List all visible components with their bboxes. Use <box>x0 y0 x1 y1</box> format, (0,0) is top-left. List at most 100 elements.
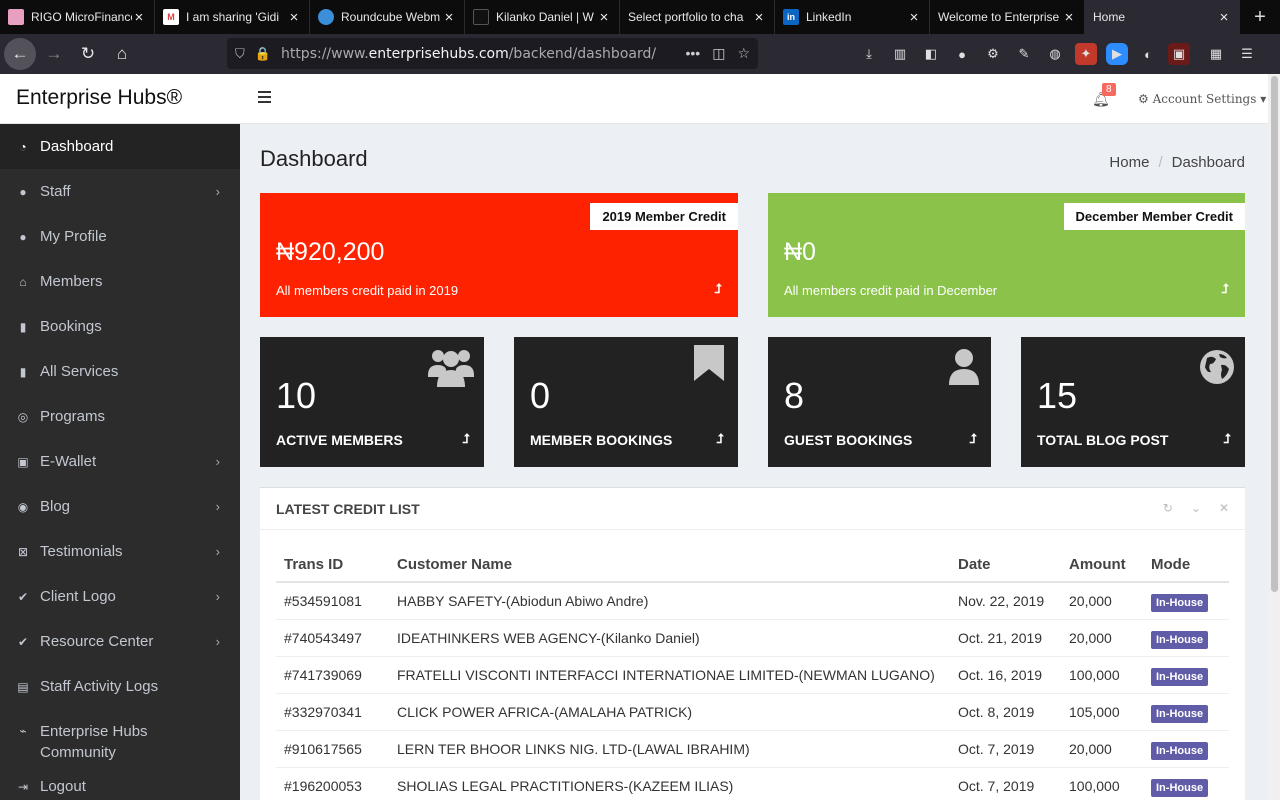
close-icon[interactable]: × <box>597 9 611 26</box>
table-row[interactable]: #741739069 FRATELLI VISCONTI INTERFACCI … <box>276 656 1229 694</box>
zoom-icon[interactable]: ▶ <box>1106 43 1128 65</box>
arrow-up-icon[interactable]: ⮥ <box>714 281 722 297</box>
browser-tab[interactable]: in LinkedIn × <box>775 0 930 34</box>
browser-tab[interactable]: Select portfolio to cha × <box>620 0 775 34</box>
new-tab-icon[interactable]: + <box>1240 0 1280 34</box>
browser-tab[interactable]: Welcome to Enterprise × <box>930 0 1085 34</box>
chevron-down-icon[interactable]: ⌄ <box>1191 501 1201 515</box>
credit-box-december[interactable]: December Member Credit ₦0 All members cr… <box>768 193 1245 317</box>
menu-icon[interactable]: ☰ <box>1236 43 1258 65</box>
table-row[interactable]: #196200053 SHOLIAS LEGAL PRACTITIONERS-(… <box>276 767 1229 800</box>
mode-cell: In-House <box>1143 767 1229 800</box>
credit-box-2019[interactable]: 2019 Member Credit ₦920,200 All members … <box>260 193 738 317</box>
settings-icon[interactable]: ⚙ <box>982 43 1004 65</box>
arrow-up-icon[interactable]: ⮥ <box>1221 281 1229 297</box>
arrow-up-icon[interactable]: ⮥ <box>969 431 977 447</box>
page-scrollbar[interactable] <box>1268 74 1280 800</box>
customer-name-cell: FRATELLI VISCONTI INTERFACCI INTERNATION… <box>389 656 950 694</box>
stat-box-guest-bookings[interactable]: 8 GUEST BOOKINGS ⮥ <box>768 337 991 467</box>
column-header[interactable]: Customer Name <box>389 548 950 583</box>
sidebar-item-programs[interactable]: ◎ Programs <box>0 394 240 439</box>
pocket-icon[interactable]: ◫ <box>712 45 725 62</box>
table-row[interactable]: #910617565 LERN TER BHOOR LINKS NIG. LTD… <box>276 730 1229 768</box>
library-icon[interactable]: ▥ <box>889 43 911 65</box>
stat-box-total-blog-post[interactable]: 15 TOTAL BLOG POST ⮥ <box>1021 337 1245 467</box>
date-cell: Oct. 16, 2019 <box>950 656 1061 694</box>
breadcrumb: Home / Dashboard <box>1109 154 1245 171</box>
sidebar-item-resource-center[interactable]: ✔ Resource Center › <box>0 619 240 664</box>
table-row[interactable]: #332970341 CLICK POWER AFRICA-(AMALAHA P… <box>276 693 1229 731</box>
column-header[interactable]: Trans ID <box>276 548 389 583</box>
stat-box-active-members[interactable]: 10 ACTIVE MEMBERS ⮥ <box>260 337 484 467</box>
sidebar-item-all-services[interactable]: ▮ All Services <box>0 349 240 394</box>
star-icon[interactable]: ☆ <box>737 45 750 62</box>
close-icon[interactable]: × <box>287 9 301 26</box>
browser-tab[interactable]: Roundcube Webm × <box>310 0 465 34</box>
arrow-up-icon[interactable]: ⮥ <box>716 431 724 447</box>
more-actions-icon[interactable]: ••• <box>685 45 700 62</box>
extension-icon[interactable]: ✦ <box>1075 43 1097 65</box>
close-icon[interactable]: × <box>752 9 766 26</box>
scrollbar-thumb[interactable] <box>1271 76 1278 592</box>
sidebar-item-staff[interactable]: ● Staff › <box>0 169 240 214</box>
close-icon[interactable]: × <box>1217 9 1231 26</box>
column-header[interactable]: Amount <box>1061 548 1143 583</box>
sidebar-item-bookings[interactable]: ▮ Bookings <box>0 304 240 349</box>
mode-cell: In-House <box>1143 656 1229 694</box>
account-settings-dropdown[interactable]: ⚙ Account Settings ▾ <box>1138 92 1266 106</box>
close-icon[interactable]: × <box>907 9 921 26</box>
sidebar-item-staff-activity-logs[interactable]: ▤ Staff Activity Logs <box>0 664 240 709</box>
sidebar-item-members[interactable]: ⌂ Members <box>0 259 240 304</box>
browser-tab-active[interactable]: Home × <box>1085 0 1240 34</box>
back-icon[interactable]: ← <box>4 38 36 70</box>
sidebar-item-testimonials[interactable]: ⊠ Testimonials › <box>0 529 240 574</box>
browser-tab[interactable]: M I am sharing 'Gidi × <box>155 0 310 34</box>
browser-tab[interactable]: Kilanko Daniel | W × <box>465 0 620 34</box>
close-icon[interactable]: × <box>132 9 146 26</box>
sidebar-item-e-wallet[interactable]: ▣ E-Wallet › <box>0 439 240 484</box>
refresh-icon[interactable]: ↻ <box>1163 501 1173 515</box>
table-row[interactable]: #534591081 HABBY SAFETY-(Abiodun Abiwo A… <box>276 582 1229 620</box>
close-icon[interactable]: × <box>1062 9 1076 26</box>
mode-cell: In-House <box>1143 730 1229 768</box>
extension-icon[interactable]: ◐ <box>1137 43 1159 65</box>
sidebar-toggle-icon[interactable]: ◧ <box>920 43 942 65</box>
sidebar-item-community[interactable]: ⌁ Enterprise Hubs Community <box>0 709 240 764</box>
reload-icon[interactable]: ↻ <box>72 38 104 70</box>
sidebar-item-my-profile[interactable]: ● My Profile <box>0 214 240 259</box>
stat-box-member-bookings[interactable]: 0 MEMBER BOOKINGS ⮥ <box>514 337 738 467</box>
browser-tab[interactable]: RIGO MicroFinance × <box>0 0 155 34</box>
linkedin-icon: in <box>783 9 799 25</box>
forward-icon[interactable]: → <box>38 38 70 70</box>
sidebar-item-logout[interactable]: ⇥ Logout <box>0 764 240 800</box>
archive-icon: ▤ <box>17 679 29 694</box>
arrow-up-icon[interactable]: ⮥ <box>1223 431 1231 447</box>
table-row[interactable]: #740543497 IDEATHINKERS WEB AGENCY-(Kila… <box>276 619 1229 657</box>
pen-icon[interactable]: ✎ <box>1013 43 1035 65</box>
notification-bell[interactable]: 🔔︎ 8 <box>1092 83 1116 108</box>
hamburger-menu-icon[interactable] <box>258 91 271 103</box>
sidebar-item-dashboard[interactable]: ◔ Dashboard <box>0 124 240 169</box>
sidebar-item-client-logo[interactable]: ✔ Client Logo › <box>0 574 240 619</box>
chevron-right-icon: › <box>215 544 220 559</box>
breadcrumb-home-link[interactable]: Home <box>1109 154 1149 171</box>
close-icon[interactable]: ✕ <box>1219 501 1229 515</box>
amount-cell: 20,000 <box>1061 582 1143 620</box>
download-icon[interactable]: ⤓ <box>858 43 880 65</box>
extension-icon[interactable]: ▣ <box>1168 43 1190 65</box>
bookmark-icon <box>694 345 724 381</box>
extension-icon[interactable]: ● <box>951 43 973 65</box>
extension-icon[interactable]: ◍ <box>1044 43 1066 65</box>
arrow-up-icon[interactable]: ⮥ <box>462 431 470 447</box>
extensions-menu-icon[interactable]: ▦ <box>1205 43 1227 65</box>
lock-icon[interactable]: 🔒 <box>255 46 271 62</box>
column-header[interactable]: Date <box>950 548 1061 583</box>
home-icon[interactable]: ⌂ <box>106 38 138 70</box>
url-text[interactable]: https://www.enterprisehubs.com/backend/d… <box>281 46 686 62</box>
column-header[interactable]: Mode <box>1143 548 1229 583</box>
url-bar[interactable]: ⛉ 🔒 https://www.enterprisehubs.com/backe… <box>227 38 758 69</box>
brand-logo[interactable]: Enterprise Hubs® <box>16 86 182 110</box>
shield-icon[interactable]: ⛉ <box>235 46 245 62</box>
sidebar-item-blog[interactable]: ◉ Blog › <box>0 484 240 529</box>
close-icon[interactable]: × <box>442 9 456 26</box>
